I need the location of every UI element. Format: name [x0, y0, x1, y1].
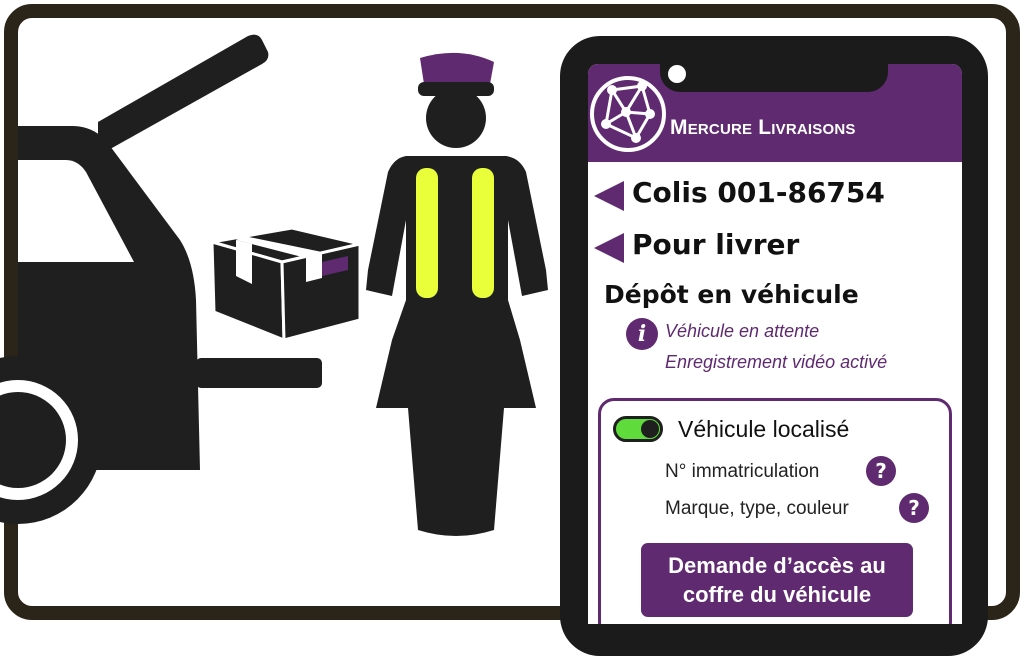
app-title: Mercure Livraisons	[670, 116, 856, 139]
camera-icon	[668, 65, 686, 83]
vehicle-card: Véhicule localisé N° immatriculation ? M…	[598, 398, 952, 624]
info-icon: i	[626, 318, 658, 350]
registration-number-label: N° immatriculation	[665, 461, 820, 482]
trunk-access-request-button[interactable]: Demande d’accès au coffre du véhicule	[641, 543, 913, 617]
back-arrow-icon	[594, 181, 624, 211]
access-button-line-2: coffre du véhicule	[682, 582, 872, 607]
parcel-back-button[interactable]: Colis 001-86754	[594, 174, 924, 214]
parcel-box-icon	[210, 226, 362, 343]
registration-help-icon[interactable]: ?	[866, 456, 896, 486]
delivery-status-label: Pour livrer	[632, 228, 800, 261]
vehicle-located-label: Véhicule localisé	[678, 416, 850, 442]
video-recording-status: Enregistrement vidéo activé	[665, 352, 888, 372]
delivery-status-back-button[interactable]: Pour livrer	[594, 226, 834, 266]
vehicle-description-label: Marque, type, couleur	[665, 498, 849, 519]
vehicle-waiting-status: Véhicule en attente	[665, 321, 820, 341]
phone-screen: Mercure Livraisons Colis 001-86754 Pour …	[588, 64, 962, 624]
parcel-number-label: Colis 001-86754	[632, 176, 885, 209]
vehicle-located-toggle[interactable]	[613, 416, 663, 442]
courier-with-safety-vest-icon	[366, 52, 548, 536]
vehicle-description-help-icon[interactable]: ?	[899, 493, 929, 523]
toggle-knob	[641, 420, 659, 438]
phone-notch	[660, 48, 888, 92]
back-arrow-icon	[594, 233, 624, 263]
delivery-method-title: Dépôt en véhicule	[604, 280, 859, 309]
globe-network-icon	[590, 76, 666, 152]
access-button-line-1: Demande d’accès au	[668, 553, 886, 578]
